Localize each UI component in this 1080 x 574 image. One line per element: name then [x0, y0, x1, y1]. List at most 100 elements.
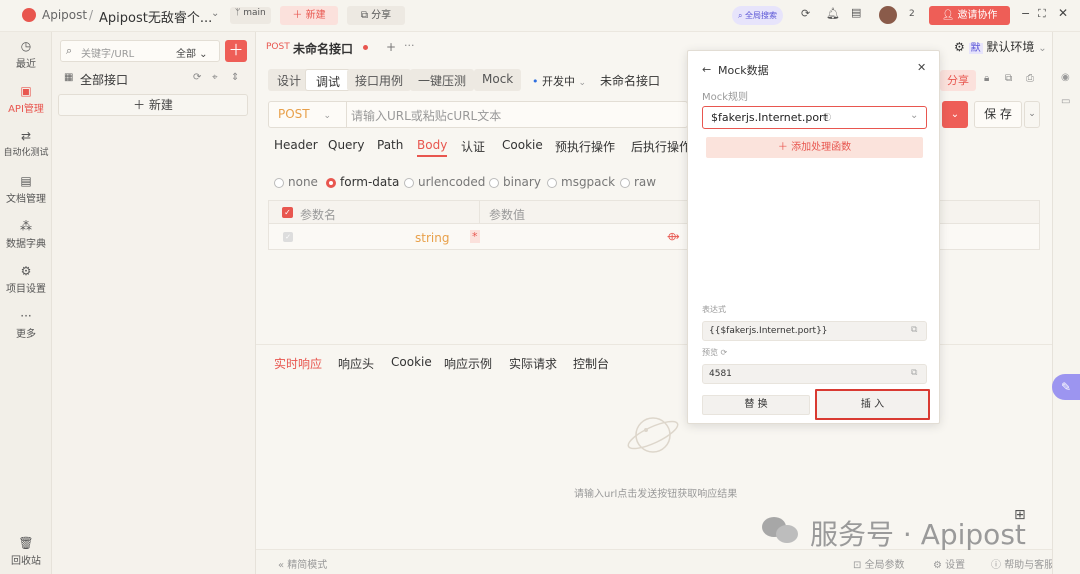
- tree-search-box[interactable]: ⌕ 关键字/URL 全部 ⌄: [60, 40, 220, 62]
- tab-auth[interactable]: 认证: [461, 138, 485, 155]
- maximize-icon[interactable]: ⛶: [1038, 7, 1046, 21]
- body-type-msgpack[interactable]: msgpack: [547, 175, 615, 189]
- tab-pre-script[interactable]: 预执行操作: [555, 138, 615, 155]
- sort-icon[interactable]: ⇕: [231, 72, 239, 83]
- body-type-raw[interactable]: raw: [620, 175, 656, 189]
- message-icon[interactable]: ▤: [851, 6, 861, 19]
- bell-icon[interactable]: 🔔︎: [826, 7, 840, 20]
- avatar[interactable]: [879, 6, 897, 24]
- nav-item-recent[interactable]: ◷ 最近: [0, 39, 52, 70]
- all-apis-node[interactable]: 全部接口: [80, 71, 128, 88]
- tab-post-script[interactable]: 后执行操作: [631, 138, 687, 155]
- tree-new-button[interactable]: ＋ 新建: [58, 94, 248, 116]
- tab-body[interactable]: Body: [417, 138, 448, 157]
- tab-more-icon[interactable]: ···: [404, 39, 415, 52]
- preview-field[interactable]: 4581 ⧉: [702, 364, 927, 384]
- tab-realtime-response[interactable]: 实时响应: [274, 355, 322, 372]
- required-mark[interactable]: *: [470, 230, 480, 243]
- nav-item-trash[interactable]: 🗑︎ 回收站: [0, 536, 52, 567]
- nav-item-project-settings[interactable]: ⚙ 项目设置: [0, 264, 52, 295]
- nav-item-automation[interactable]: ⇄ 自动化测试: [0, 129, 52, 158]
- rail-code-icon[interactable]: ▭: [1061, 96, 1070, 107]
- apipost-logo-icon: [22, 8, 36, 22]
- url-input[interactable]: 请输入URL或粘贴cURL文本: [351, 107, 501, 124]
- tab-actual-request[interactable]: 实际请求: [509, 355, 557, 372]
- compact-mode-toggle[interactable]: « 精简模式: [278, 556, 327, 571]
- copy-icon[interactable]: ⧉: [1005, 73, 1012, 84]
- invite-button[interactable]: 👤︎ 邀请协作: [929, 6, 1010, 25]
- tree-filter-select[interactable]: 全部 ⌄: [176, 45, 208, 60]
- nav-item-dictionary[interactable]: ⁂ 数据字典: [0, 219, 52, 250]
- body-type-binary[interactable]: binary: [489, 175, 541, 189]
- environment-selector[interactable]: ⚙ 默 默认环境 ⌄: [954, 38, 1047, 56]
- tab-path[interactable]: Path: [377, 138, 403, 152]
- global-params-button[interactable]: ⊡ 全局参数: [853, 556, 905, 571]
- refresh-preview-icon[interactable]: ⟳: [721, 348, 728, 357]
- lock-icon[interactable]: 🔒︎: [984, 73, 989, 84]
- tab-query[interactable]: Query: [328, 138, 364, 152]
- help-button[interactable]: ⓘ 帮助与客服: [991, 556, 1054, 571]
- method-select[interactable]: POST ⌄: [269, 102, 347, 127]
- tab-response-headers[interactable]: 响应头: [338, 355, 374, 372]
- insert-button[interactable]: 插 入: [815, 389, 930, 420]
- body-type-form-data[interactable]: form-data: [326, 175, 399, 189]
- tab-response-examples[interactable]: 响应示例: [444, 355, 492, 372]
- popup-close-icon[interactable]: ✕: [917, 61, 926, 74]
- row-checkbox[interactable]: ✓: [283, 232, 293, 242]
- watermark-text: 服务号 · Apipost: [810, 518, 1026, 551]
- app-name[interactable]: Apipost: [42, 8, 87, 22]
- param-type-select[interactable]: string: [415, 231, 449, 245]
- mock-rule-value: $fakerjs.Internet.port: [711, 111, 828, 124]
- tab-debug[interactable]: 调试: [305, 69, 352, 91]
- close-icon[interactable]: ✕: [1058, 6, 1068, 20]
- nav-item-api[interactable]: ▣ API管理: [0, 84, 52, 115]
- tab-stress-test[interactable]: 一键压测: [410, 69, 475, 91]
- body-type-urlencoded[interactable]: urlencoded: [404, 175, 485, 189]
- copy-expression-icon[interactable]: ⧉: [911, 325, 917, 335]
- right-rail: ◉ ▭: [1052, 32, 1080, 574]
- tab-mock[interactable]: Mock: [474, 69, 522, 91]
- search-icon: ⌕: [66, 44, 73, 57]
- status-select[interactable]: • 开发中 ⌄: [532, 73, 586, 89]
- send-dropdown-button[interactable]: ⌄: [942, 101, 968, 128]
- tab-header[interactable]: Header: [274, 138, 318, 152]
- minimize-icon[interactable]: −: [1021, 7, 1030, 20]
- locate-icon[interactable]: ⌖: [212, 72, 218, 83]
- global-search-button[interactable]: ⌕ 全局搜索: [732, 6, 784, 25]
- rail-info-icon[interactable]: ◉: [1061, 72, 1070, 83]
- select-all-checkbox[interactable]: ✓: [282, 207, 293, 218]
- back-arrow-icon[interactable]: ←: [702, 63, 711, 76]
- tab-design[interactable]: 设计: [268, 69, 311, 91]
- mock-rule-select[interactable]: $fakerjs.Internet.port ⓘ ⌄: [702, 106, 927, 129]
- tab-cookie[interactable]: Cookie: [502, 138, 543, 152]
- replace-button[interactable]: 替 换: [702, 395, 810, 415]
- nav-item-docs[interactable]: ▤ 文档管理: [0, 174, 52, 205]
- sync-icon[interactable]: ⟳: [801, 7, 810, 20]
- print-icon[interactable]: ⎙: [1026, 73, 1034, 84]
- copy-preview-icon[interactable]: ⧉: [911, 368, 917, 378]
- refresh-icon[interactable]: ⟳: [193, 72, 201, 83]
- tab-api-cases[interactable]: 接口用例: [347, 69, 412, 91]
- expression-field[interactable]: {{$fakerjs.Internet.port}} ⧉: [702, 321, 927, 341]
- tree-search-input[interactable]: 关键字/URL: [81, 45, 134, 60]
- add-function-button[interactable]: ＋ 添加处理函数: [706, 137, 923, 158]
- save-button[interactable]: 保 存: [974, 101, 1022, 128]
- new-button[interactable]: ＋ 新建: [280, 6, 338, 25]
- assistant-bubble-icon[interactable]: ✎: [1052, 374, 1080, 400]
- body-type-none[interactable]: none: [274, 175, 318, 189]
- nav-item-more[interactable]: ··· 更多: [0, 309, 52, 340]
- branch-selector[interactable]: ᛘ main: [230, 7, 271, 24]
- mock-icon[interactable]: ⟴: [667, 230, 680, 243]
- tab-response-cookie[interactable]: Cookie: [391, 355, 432, 369]
- add-tab-icon[interactable]: +: [386, 40, 396, 54]
- add-api-button[interactable]: ＋: [225, 40, 247, 62]
- save-more-button[interactable]: ⌄: [1024, 101, 1040, 128]
- tab-console[interactable]: 控制台: [573, 355, 609, 372]
- request-tab-title[interactable]: 未命名接口: [293, 40, 353, 57]
- dictionary-icon: ⁂: [20, 219, 32, 233]
- share-doc-button[interactable]: 分享: [940, 70, 976, 91]
- project-name[interactable]: Apipost无敌睿个...: [99, 7, 212, 26]
- share-button[interactable]: ⧉ 分享: [347, 6, 405, 25]
- settings-button[interactable]: ⚙ 设置: [933, 556, 965, 571]
- chevron-down-icon[interactable]: ⌄: [211, 8, 219, 19]
